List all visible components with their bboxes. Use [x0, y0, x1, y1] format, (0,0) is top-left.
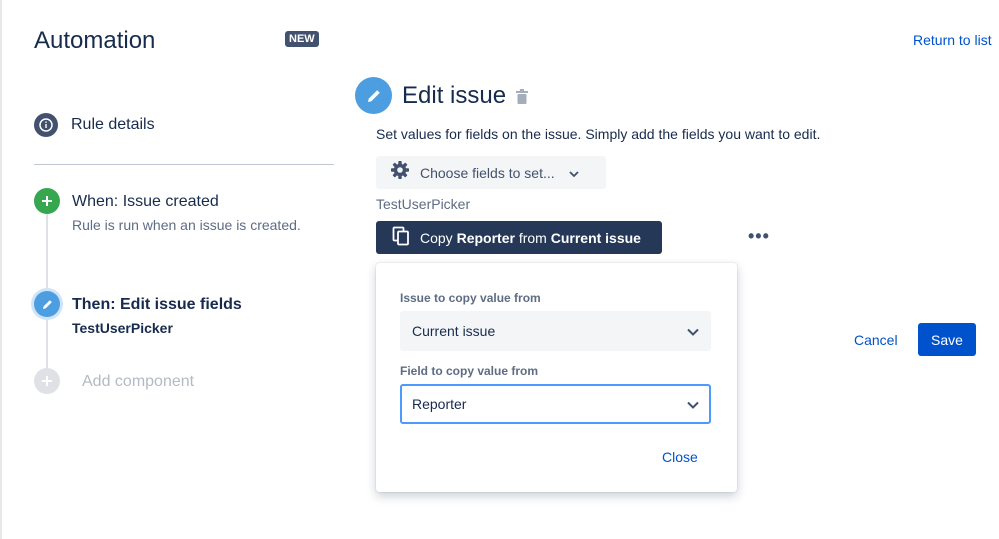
issue-source-label: Issue to copy value from: [400, 291, 541, 305]
add-component-plus-icon[interactable]: [34, 368, 60, 394]
gear-icon: [390, 160, 410, 185]
copy-button-label: Copy Reporter from Current issue: [420, 229, 641, 246]
action-step-title[interactable]: Then: Edit issue fields: [72, 296, 242, 314]
add-component-link[interactable]: Add component: [82, 373, 194, 391]
copy-field-button[interactable]: Copy Reporter from Current issue: [376, 221, 662, 254]
info-icon: [34, 113, 58, 137]
action-edit-icon: [34, 291, 60, 317]
more-options-icon[interactable]: •••: [748, 226, 770, 247]
edit-issue-title: Edit issue: [402, 82, 507, 109]
field-source-select[interactable]: Reporter: [400, 384, 711, 424]
choose-fields-label: Choose fields to set...: [420, 164, 555, 181]
field-source-label: Field to copy value from: [400, 364, 539, 378]
chevron-down-icon: [687, 396, 699, 412]
field-name-label: TestUserPicker: [376, 196, 471, 212]
trigger-step-subtitle: Rule is run when an issue is created.: [72, 217, 301, 233]
copy-value-popup: Issue to copy value from Current issue F…: [376, 263, 737, 492]
issue-source-select[interactable]: Current issue: [400, 311, 711, 351]
choose-fields-button[interactable]: Choose fields to set...: [376, 156, 606, 189]
close-popup-button[interactable]: Close: [662, 449, 698, 465]
trash-icon[interactable]: [516, 89, 528, 109]
sidebar-divider: [34, 164, 334, 165]
trigger-plus-icon: [34, 188, 60, 214]
copy-icon: [392, 226, 410, 249]
rule-details-item[interactable]: Rule details: [34, 113, 155, 137]
issue-source-value: Current issue: [412, 323, 496, 339]
page-left-border: [0, 0, 2, 539]
new-badge: NEW: [285, 31, 319, 47]
rule-details-label: Rule details: [71, 116, 155, 133]
chevron-down-icon: [569, 164, 579, 182]
page-title: Automation: [34, 27, 156, 54]
action-step-subtitle: TestUserPicker: [72, 320, 173, 336]
cancel-button[interactable]: Cancel: [854, 332, 898, 348]
return-to-list-link[interactable]: Return to list: [913, 32, 992, 48]
edit-issue-description: Set values for fields on the issue. Simp…: [376, 126, 821, 142]
edit-pencil-icon: [355, 77, 392, 114]
chevron-down-icon: [687, 323, 699, 339]
save-button[interactable]: Save: [918, 323, 976, 356]
field-source-value: Reporter: [412, 396, 467, 412]
trigger-step-title[interactable]: When: Issue created: [72, 193, 219, 211]
